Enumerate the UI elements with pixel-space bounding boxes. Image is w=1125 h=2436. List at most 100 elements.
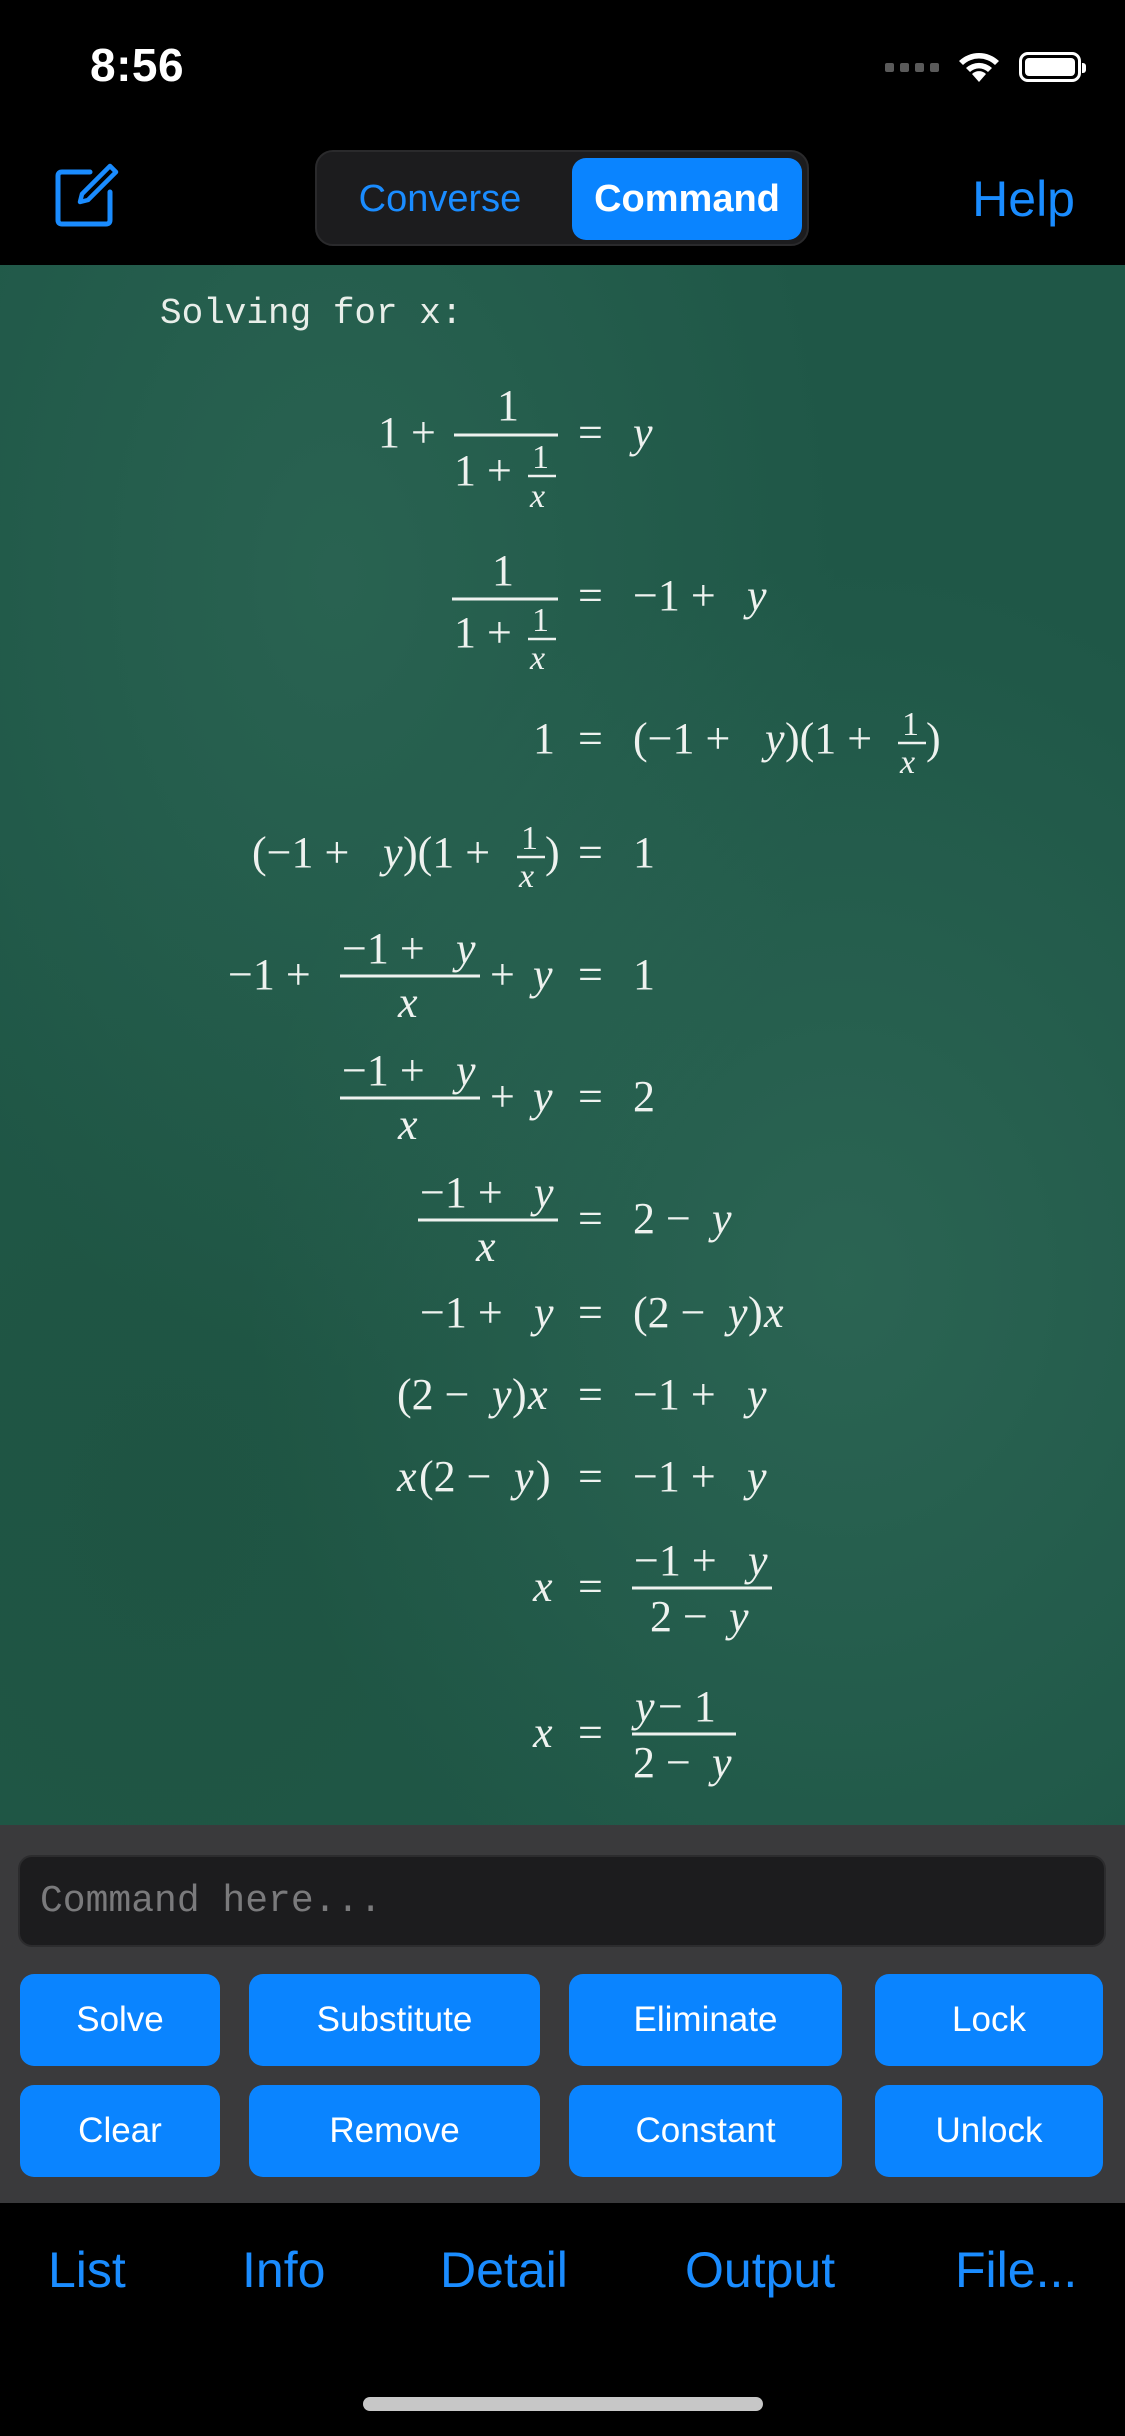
nav-bar: Converse Command Help — [0, 140, 1125, 265]
svg-text:y: y — [744, 1536, 768, 1585]
svg-text:y: y — [743, 571, 767, 620]
svg-text:1 +: 1 + — [454, 608, 512, 657]
svg-text:x: x — [529, 640, 545, 677]
svg-text:1: 1 — [521, 820, 538, 857]
svg-text:): ) — [536, 1452, 551, 1501]
svg-text:y: y — [529, 1072, 553, 1121]
equation-step: (2 − y ) x = −1 + y — [397, 1370, 767, 1419]
svg-text:−1 +: −1 + — [633, 1370, 716, 1419]
remove-button[interactable]: Remove — [249, 2085, 540, 2177]
svg-text:x: x — [527, 1370, 548, 1419]
toolbar-list[interactable]: List — [48, 2241, 126, 2299]
solve-button[interactable]: Solve — [20, 1974, 220, 2066]
svg-text:y: y — [743, 1370, 767, 1419]
svg-text:1: 1 — [532, 602, 549, 639]
svg-text:(−1 +: (−1 + — [252, 828, 349, 877]
svg-text:): ) — [545, 828, 560, 877]
svg-text:2 −: 2 − — [633, 1194, 691, 1243]
toolbar-detail[interactable]: Detail — [440, 2241, 568, 2299]
lock-button[interactable]: Lock — [875, 1974, 1103, 2066]
svg-text:1: 1 — [492, 546, 514, 595]
toolbar-file[interactable]: File... — [955, 2241, 1077, 2299]
svg-text:1: 1 — [633, 950, 655, 999]
toolbar-info[interactable]: Info — [242, 2241, 325, 2299]
svg-text:+: + — [490, 950, 515, 999]
svg-text:y: y — [708, 1738, 732, 1787]
svg-text:y: y — [452, 1046, 476, 1095]
svg-text:=: = — [578, 1370, 603, 1419]
wifi-icon — [959, 53, 999, 82]
svg-text:y: y — [510, 1452, 534, 1501]
svg-text:1 +: 1 + — [454, 446, 512, 495]
svg-text:(−1 +: (−1 + — [633, 714, 730, 763]
svg-text:1: 1 — [497, 381, 519, 430]
tab-command[interactable]: Command — [572, 158, 802, 240]
substitute-button[interactable]: Substitute — [249, 1974, 540, 2066]
svg-text:1 +: 1 + — [378, 408, 436, 457]
svg-text:y: y — [708, 1194, 732, 1243]
svg-text:−1 +: −1 + — [633, 1452, 716, 1501]
svg-text:y: y — [379, 828, 403, 877]
command-panel: Solve Substitute Eliminate Lock Clear Re… — [0, 1825, 1125, 2203]
equation-step: x = y − 1 2 − y — [532, 1682, 736, 1787]
command-input[interactable] — [18, 1855, 1106, 1947]
svg-text:): ) — [512, 1370, 527, 1419]
svg-text:): ) — [748, 1288, 763, 1337]
equation-step: −1 + y x = 2 − y — [418, 1168, 732, 1271]
tab-converse[interactable]: Converse — [325, 158, 555, 240]
equation-step: 1 1 + 1 x = −1 + y — [452, 546, 767, 677]
svg-text:−1 +: −1 + — [420, 1288, 503, 1337]
help-button[interactable]: Help — [972, 170, 1075, 228]
svg-text:x: x — [396, 1452, 417, 1501]
svg-text:−1 +: −1 + — [342, 1046, 425, 1095]
equation-step: −1 + y x + y = 2 — [340, 1046, 655, 1149]
svg-text:x: x — [899, 744, 915, 781]
svg-text:(2 −: (2 − — [633, 1288, 705, 1337]
svg-text:=: = — [578, 1194, 603, 1243]
battery-icon — [1019, 52, 1086, 82]
equation-step: (−1 + y )(1 + 1 x ) = 1 — [252, 820, 655, 895]
home-indicator[interactable] — [363, 2397, 763, 2411]
equation-step: 1 = (−1 + y )(1 + 1 x ) — [533, 706, 941, 781]
svg-text:y: y — [452, 924, 476, 973]
compose-icon[interactable] — [52, 162, 120, 230]
svg-text:)(1 +: )(1 + — [785, 714, 872, 763]
equation-step: −1 + y = (2 − y ) x — [420, 1288, 784, 1337]
svg-text:y: y — [631, 1682, 655, 1731]
toolbar-output[interactable]: Output — [685, 2241, 835, 2299]
svg-text:(2 −: (2 − — [397, 1370, 469, 1419]
svg-text:=: = — [578, 1452, 603, 1501]
svg-text:x: x — [529, 478, 545, 515]
svg-text:2: 2 — [633, 1072, 655, 1121]
svg-text:y: y — [725, 1592, 749, 1641]
svg-text:y: y — [629, 408, 653, 457]
svg-text:=: = — [578, 950, 603, 999]
svg-text:x: x — [532, 1562, 553, 1611]
svg-text:1: 1 — [533, 714, 555, 763]
svg-text:x: x — [475, 1222, 496, 1271]
svg-text:=: = — [578, 1072, 603, 1121]
svg-text:=: = — [578, 828, 603, 877]
svg-text:2 −: 2 − — [633, 1738, 691, 1787]
eliminate-button[interactable]: Eliminate — [569, 1974, 842, 2066]
status-indicators — [885, 50, 1086, 84]
svg-text:=: = — [578, 1562, 603, 1611]
svg-text:=: = — [578, 714, 603, 763]
svg-text:x: x — [397, 1100, 418, 1149]
svg-text:+: + — [490, 1072, 515, 1121]
svg-text:−1 +: −1 + — [634, 1536, 717, 1585]
equation-step: 1 + 1 1 + 1 x = y — [378, 381, 653, 515]
clear-button[interactable]: Clear — [20, 2085, 220, 2177]
svg-text:−1 +: −1 + — [342, 924, 425, 973]
chalkboard-output: Solving for x: 1 + 1 1 + 1 x = y 1 1 + 1… — [0, 265, 1125, 1825]
svg-text:−1 +: −1 + — [228, 950, 311, 999]
svg-text:=: = — [578, 1288, 603, 1337]
svg-text:x: x — [397, 978, 418, 1027]
unlock-button[interactable]: Unlock — [875, 2085, 1103, 2177]
svg-text:y: y — [529, 950, 553, 999]
svg-text:y: y — [724, 1288, 748, 1337]
svg-text:=: = — [578, 1708, 603, 1757]
svg-text:y: y — [743, 1452, 767, 1501]
svg-text:=: = — [578, 408, 603, 457]
constant-button[interactable]: Constant — [569, 2085, 842, 2177]
